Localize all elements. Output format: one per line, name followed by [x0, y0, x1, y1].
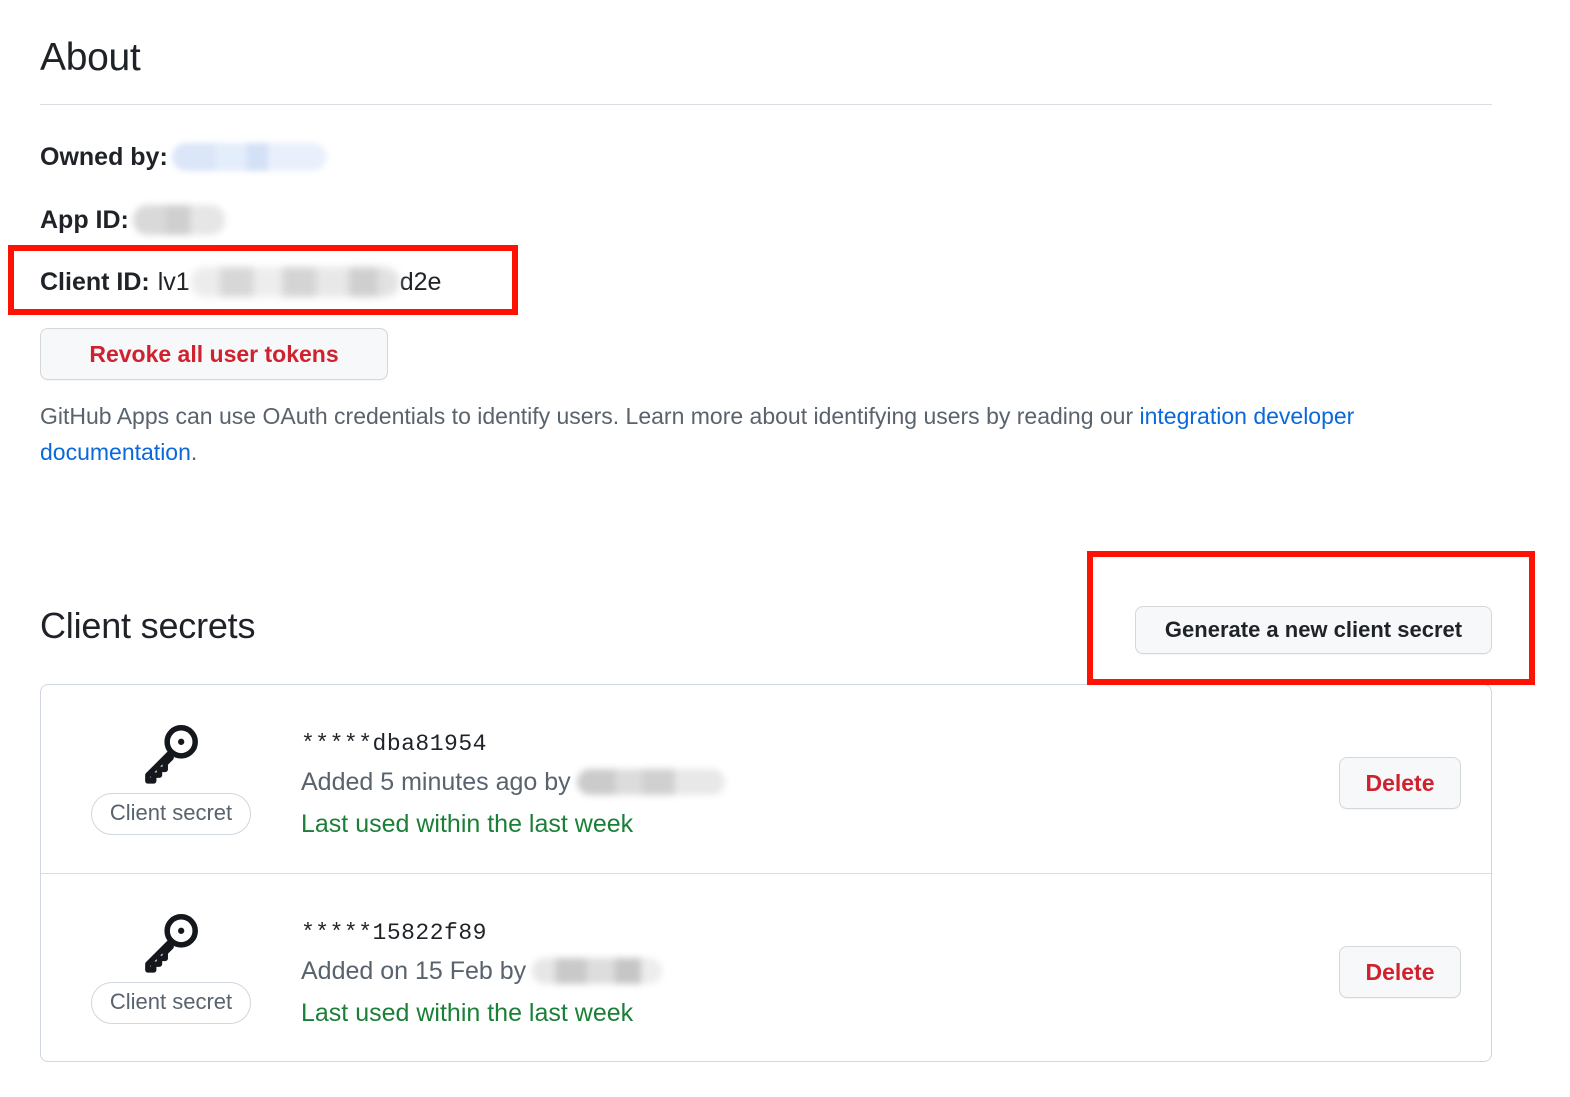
- client-secret-badge: Client secret: [91, 982, 251, 1024]
- app-id-row: App ID:: [40, 203, 225, 237]
- about-heading: About: [40, 32, 140, 84]
- owned-by-row: Owned by:: [40, 140, 327, 174]
- client-secret-row: Client secret *****dba81954 Added 5 minu…: [41, 685, 1491, 873]
- client-secret-icon-column: Client secret: [41, 900, 301, 1024]
- client-secret-actions: Delete: [1339, 900, 1461, 998]
- oauth-note-text-after: .: [191, 439, 197, 465]
- client-secret-badge: Client secret: [91, 793, 251, 835]
- client-id-label: Client ID:: [40, 265, 150, 299]
- secret-added-by-redaction: [532, 958, 662, 984]
- secret-last-used: Last used within the last week: [301, 803, 1339, 845]
- owned-by-label: Owned by:: [40, 140, 168, 174]
- oauth-note-text-before: GitHub Apps can use OAuth credentials to…: [40, 403, 1140, 429]
- about-divider: [40, 104, 1492, 105]
- oauth-credentials-note: GitHub Apps can use OAuth credentials to…: [40, 398, 1460, 470]
- client-id-prefix: lv1: [158, 265, 190, 299]
- client-id-value-redaction: [191, 267, 399, 297]
- key-icon: [138, 908, 204, 974]
- delete-client-secret-button[interactable]: Delete: [1339, 946, 1461, 998]
- secret-added-line: Added 5 minutes ago by: [301, 761, 1339, 803]
- key-icon: [138, 719, 204, 785]
- client-id-row: Client ID: lv1 d2e: [40, 265, 441, 299]
- client-secret-icon-column: Client secret: [41, 711, 301, 835]
- secret-added-line: Added on 15 Feb by: [301, 950, 1339, 992]
- secret-last-used: Last used within the last week: [301, 992, 1339, 1034]
- client-secret-details: *****dba81954 Added 5 minutes ago by Las…: [301, 711, 1339, 845]
- secret-added-by-redaction: [577, 769, 725, 795]
- client-secret-details: *****15822f89 Added on 15 Feb by Last us…: [301, 900, 1339, 1034]
- app-id-value-redaction: [133, 205, 225, 235]
- secret-added-text: Added 5 minutes ago by: [301, 761, 571, 803]
- owned-by-value-redaction: [172, 143, 327, 171]
- client-secrets-heading: Client secrets: [40, 602, 255, 650]
- masked-secret-value: *****15822f89: [301, 916, 1339, 950]
- delete-client-secret-button[interactable]: Delete: [1339, 757, 1461, 809]
- client-secrets-list: Client secret *****dba81954 Added 5 minu…: [40, 684, 1492, 1062]
- client-secret-row: Client secret *****15822f89 Added on 15 …: [41, 873, 1491, 1061]
- app-id-label: App ID:: [40, 203, 129, 237]
- generate-new-client-secret-button[interactable]: Generate a new client secret: [1135, 606, 1492, 654]
- client-secret-actions: Delete: [1339, 711, 1461, 809]
- masked-secret-value: *****dba81954: [301, 727, 1339, 761]
- github-app-settings-page: About Owned by: App ID: Client ID: lv1 d…: [0, 0, 1570, 1097]
- secret-added-text: Added on 15 Feb by: [301, 950, 526, 992]
- client-id-suffix: d2e: [400, 265, 442, 299]
- revoke-all-user-tokens-button[interactable]: Revoke all user tokens: [40, 328, 388, 380]
